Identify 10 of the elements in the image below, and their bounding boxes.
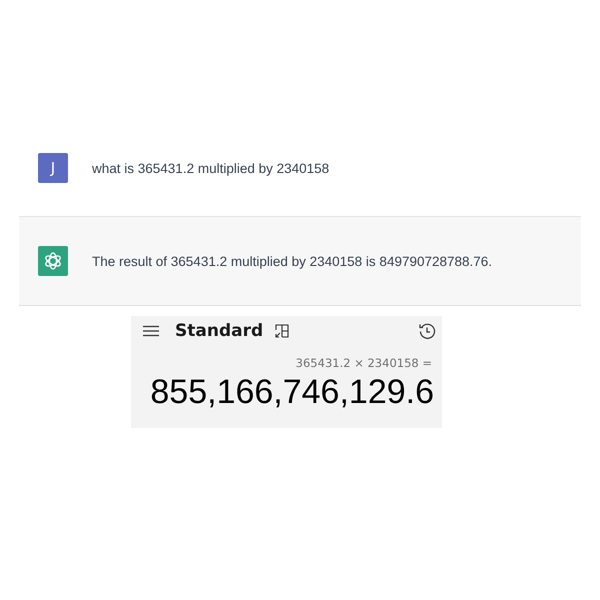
expression-text: 365431.2 × 2340158 =	[294, 356, 433, 370]
result-display: 855,166,746,129.6	[149, 372, 435, 413]
keep-on-top-icon[interactable]	[275, 324, 290, 338]
knot-icon	[43, 251, 63, 271]
user-message: what is 365431.2 multiplied by 2340158	[92, 160, 330, 176]
assistant-message: The result of 365431.2 multiplied by 2340158 is 849790728788.76.	[92, 254, 492, 268]
history-icon[interactable]	[419, 322, 436, 340]
menu-icon[interactable]	[143, 325, 159, 337]
mode-title: Standard	[175, 321, 264, 341]
user-avatar: J	[38, 153, 68, 183]
